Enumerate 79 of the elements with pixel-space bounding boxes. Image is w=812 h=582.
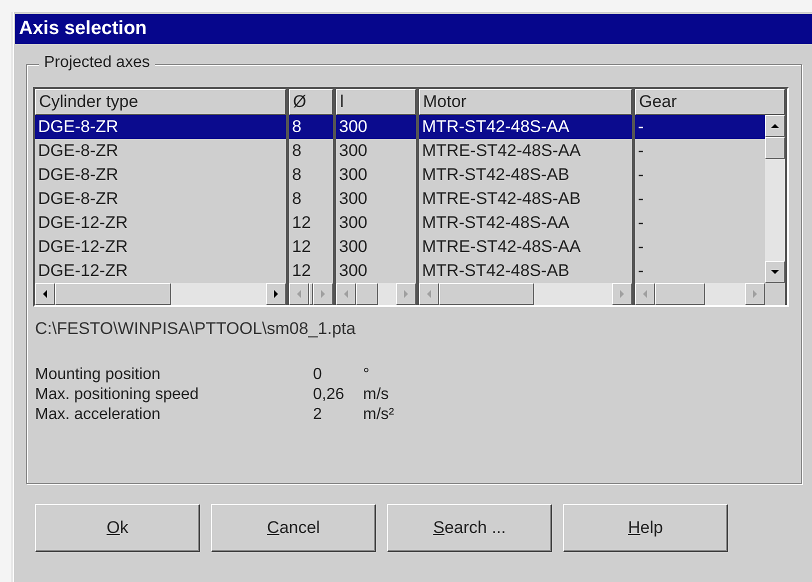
horizontal-scrollbar[interactable]	[35, 283, 286, 305]
property-unit: °	[363, 366, 370, 384]
table-cell[interactable]: MTRE-ST42-48S-AB	[419, 187, 632, 211]
table-cell[interactable]: DGE-12-ZR	[35, 235, 286, 259]
vertical-scrollbar[interactable]	[765, 115, 785, 283]
table-cell[interactable]: -	[635, 259, 765, 283]
property-value: 2	[313, 406, 323, 424]
dialog-button[interactable]: Search ...	[387, 504, 552, 552]
arrow-icon	[401, 289, 411, 299]
table-cell[interactable]: 300	[336, 187, 416, 211]
column-header[interactable]: Ø	[289, 89, 333, 115]
group-title: Projected axes	[39, 54, 155, 72]
table-cell[interactable]: 300	[336, 139, 416, 163]
table-cell[interactable]: -	[635, 115, 765, 139]
window-title: Axis selection	[19, 18, 147, 40]
table-cell[interactable]: 300	[336, 115, 416, 139]
arrow-icon	[770, 267, 780, 277]
arrow-icon	[271, 289, 281, 299]
horizontal-scrollbar[interactable]	[419, 283, 632, 305]
property-label: Max. positioning speed	[35, 386, 200, 404]
horizontal-scrollbar[interactable]	[336, 283, 416, 305]
dialog-button[interactable]: Ok	[35, 504, 200, 552]
file-path: C:\FESTO\WINPISA\PTTOOL\sm08_1.pta	[35, 319, 357, 339]
table-cell[interactable]: 300	[336, 259, 416, 283]
table-cell[interactable]: 8	[289, 115, 333, 139]
property-unit: m/s	[363, 386, 390, 404]
arrow-icon	[750, 289, 760, 299]
table-cell[interactable]: MTRE-ST42-48S-AA	[419, 139, 632, 163]
table-cell[interactable]: MTR-ST42-48S-AB	[419, 259, 632, 283]
table-cell[interactable]: DGE-12-ZR	[35, 211, 286, 235]
property-value: 0,26	[313, 386, 346, 404]
table-cell[interactable]: MTR-ST42-48S-AB	[419, 163, 632, 187]
table-cell[interactable]: 12	[289, 211, 333, 235]
table-cell[interactable]: 12	[289, 235, 333, 259]
scroll-right-button[interactable]	[266, 283, 286, 305]
table-cell[interactable]: 300	[336, 163, 416, 187]
scroll-down-button[interactable]	[765, 261, 785, 283]
table-cell[interactable]: MTR-ST42-48S-AA	[419, 211, 632, 235]
column-header[interactable]: l	[336, 89, 416, 115]
table-cell[interactable]: DGE-8-ZR	[35, 163, 286, 187]
property-value: 0	[313, 366, 323, 384]
arrow-icon	[770, 121, 780, 131]
table-cell[interactable]: -	[635, 187, 765, 211]
scroll-left-button[interactable]	[35, 283, 55, 305]
property-label: Mounting position	[35, 366, 162, 384]
table-cell[interactable]: -	[635, 211, 765, 235]
table-cell[interactable]: MTRE-ST42-48S-AA	[419, 235, 632, 259]
table-cell[interactable]: DGE-8-ZR	[35, 139, 286, 163]
horizontal-scrollbar[interactable]	[289, 283, 333, 305]
arrow-icon	[617, 289, 627, 299]
arrow-icon	[318, 289, 328, 299]
table-cell[interactable]: -	[635, 163, 765, 187]
dialog-button[interactable]: Help	[563, 504, 728, 552]
table-cell[interactable]: 8	[289, 139, 333, 163]
property-label: Max. acceleration	[35, 406, 162, 424]
table-cell[interactable]: DGE-8-ZR	[35, 115, 286, 139]
table-cell[interactable]: -	[635, 235, 765, 259]
table-cell[interactable]: 8	[289, 163, 333, 187]
table-cell[interactable]: 300	[336, 211, 416, 235]
scroll-thumb[interactable]	[439, 283, 534, 305]
dialog-button[interactable]: Cancel	[211, 504, 376, 552]
column-header[interactable]: Gear	[635, 89, 785, 115]
scroll-thumb[interactable]	[655, 283, 704, 305]
property-unit: m/s²	[363, 406, 396, 424]
scroll-thumb[interactable]	[55, 283, 172, 305]
column-header[interactable]: Cylinder type	[35, 89, 286, 115]
table-cell[interactable]: -	[635, 139, 765, 163]
table-cell[interactable]: DGE-8-ZR	[35, 187, 286, 211]
column-header[interactable]: Motor	[419, 89, 632, 115]
scroll-up-button[interactable]	[765, 115, 785, 137]
table-cell[interactable]: DGE-12-ZR	[35, 259, 286, 283]
table-cell[interactable]: 300	[336, 235, 416, 259]
scroll-thumb[interactable]	[765, 137, 785, 159]
table-cell[interactable]: 12	[289, 259, 333, 283]
table-cell[interactable]: MTR-ST42-48S-AA	[419, 115, 632, 139]
scroll-thumb[interactable]	[356, 283, 378, 305]
scroll-thumb[interactable]	[309, 283, 313, 305]
horizontal-scrollbar[interactable]	[635, 283, 765, 305]
table-cell[interactable]: 8	[289, 187, 333, 211]
